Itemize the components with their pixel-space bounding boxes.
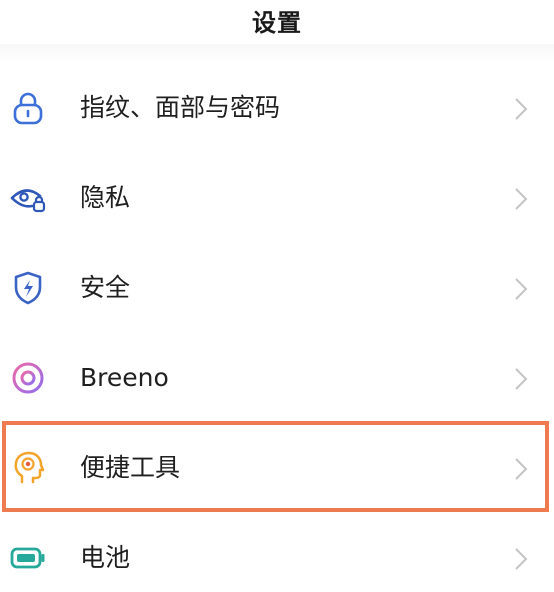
chevron-right-icon — [514, 457, 528, 481]
settings-item-label: 电池 — [80, 543, 131, 572]
chevron-right-icon — [514, 97, 528, 121]
shield-bolt-icon — [10, 270, 46, 306]
page-title: 设置 — [252, 9, 302, 37]
settings-item-label: 隐私 — [80, 183, 131, 212]
settings-item-label: 便捷工具 — [80, 453, 181, 482]
settings-item-convenience-tools[interactable]: 便捷工具 — [0, 423, 554, 513]
settings-screen: 设置 指纹、面部与密码 隐私 安全 Breeno 便捷工具 电池 — [0, 0, 554, 592]
settings-item-label: Breeno — [80, 363, 169, 392]
settings-item-breeno[interactable]: Breeno — [0, 333, 554, 423]
settings-item-label: 安全 — [80, 273, 131, 302]
app-header: 设置 — [0, 0, 554, 40]
settings-item-fingerprint-face-password[interactable]: 指纹、面部与密码 — [0, 63, 554, 153]
settings-item-battery[interactable]: 电池 — [0, 513, 554, 592]
chevron-right-icon — [514, 277, 528, 301]
head-target-icon — [10, 450, 46, 486]
battery-icon — [10, 540, 46, 576]
chevron-right-icon — [514, 367, 528, 391]
lock-icon — [10, 90, 46, 126]
settings-item-label: 指纹、面部与密码 — [80, 93, 281, 122]
breeno-ring-icon — [10, 360, 46, 396]
header-divider — [0, 44, 554, 62]
chevron-right-icon — [514, 187, 528, 211]
settings-item-security[interactable]: 安全 — [0, 243, 554, 333]
chevron-right-icon — [514, 547, 528, 571]
eye-lock-icon — [10, 180, 46, 216]
settings-item-privacy[interactable]: 隐私 — [0, 153, 554, 243]
